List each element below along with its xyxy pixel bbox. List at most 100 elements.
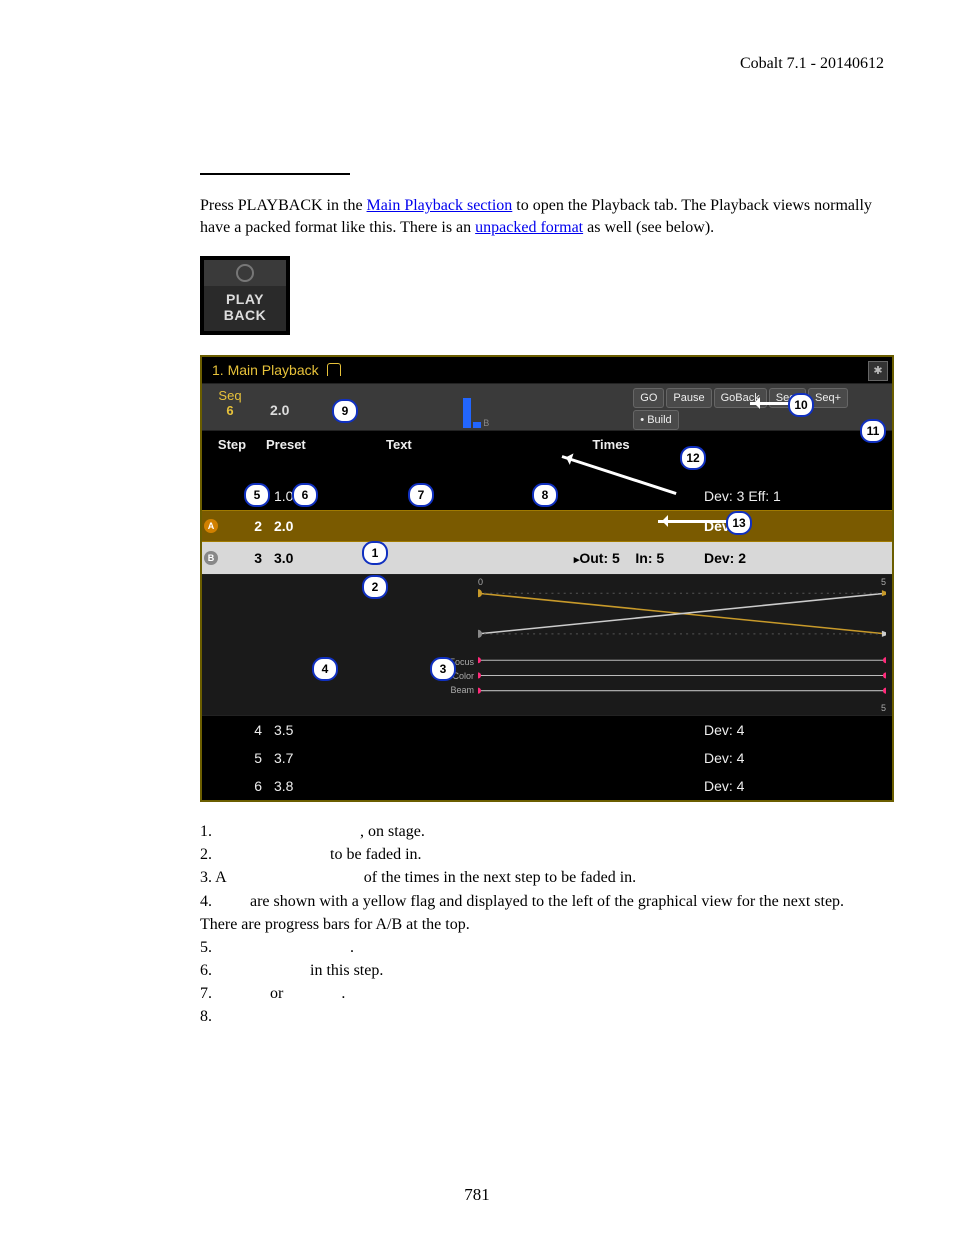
window-title-bar: 1. Main Playback bbox=[202, 357, 892, 384]
cell-dev: Dev: 3 Eff: 1 bbox=[694, 488, 892, 504]
legend-7-mid: or bbox=[270, 985, 287, 1002]
cell-preset: 3.7 bbox=[270, 750, 394, 766]
cell-dev: Dev: 4 bbox=[694, 778, 892, 794]
legend-8-num: 8. bbox=[200, 1008, 212, 1025]
legend-item-8: 8. bbox=[200, 1005, 884, 1028]
intro-paragraph: Press PLAYBACK in the Main Playback sect… bbox=[200, 195, 880, 238]
callout-1: 1 bbox=[362, 541, 388, 565]
cell-times: ▸Out: 5 In: 5 bbox=[544, 550, 694, 566]
legend-2-text: to be faded in. bbox=[330, 846, 422, 863]
legend-1-text: , on stage. bbox=[360, 823, 425, 840]
cell-dev: Dev: 4 bbox=[694, 750, 892, 766]
transport-column: GO Pause GoBack Seq- Seq+ • Build bbox=[629, 384, 892, 430]
column-headers: Step Preset Text Times bbox=[202, 431, 892, 458]
legend-5-num: 5. bbox=[200, 939, 216, 956]
callout-7: 7 bbox=[408, 483, 434, 507]
legend-item-7: 7. or . bbox=[200, 982, 884, 1005]
table-row: 5 3.7 Dev: 4 bbox=[202, 744, 892, 772]
gear-icon[interactable]: ✱ bbox=[868, 361, 888, 381]
legend-item-6: 6. in this step. bbox=[200, 959, 884, 982]
legend-item-5: 5. . bbox=[200, 936, 884, 959]
page-header-version: Cobalt 7.1 - 20140612 bbox=[160, 55, 884, 73]
callout-5: 5 bbox=[244, 483, 270, 507]
callout-9: 9 bbox=[332, 399, 358, 423]
cell-preset: 3.5 bbox=[270, 722, 394, 738]
cell-step: 6 bbox=[202, 778, 270, 794]
seq-preset-value: 2.0 bbox=[258, 384, 301, 430]
seq-plus-button[interactable]: Seq+ bbox=[808, 388, 848, 408]
a-marker-icon: A bbox=[204, 519, 218, 533]
graph-label-beam: Beam bbox=[450, 685, 474, 695]
pause-button[interactable]: Pause bbox=[666, 388, 711, 408]
playback-button-graphic: PLAY BACK bbox=[200, 256, 290, 335]
callout-6: 6 bbox=[292, 483, 318, 507]
cell-preset: 3.8 bbox=[270, 778, 394, 794]
progress-bars: B bbox=[463, 388, 489, 428]
legend-6-text: in this step. bbox=[310, 962, 383, 979]
cell-dev: Dev: 2 bbox=[694, 550, 892, 566]
arrow-13 bbox=[658, 520, 728, 523]
cell-preset: 2.0 bbox=[270, 518, 394, 534]
graph-area: Focus Color Beam 0 5 5 bbox=[202, 574, 892, 716]
lock-icon bbox=[327, 363, 341, 376]
cell-dev: Dev: 4 bbox=[694, 722, 892, 738]
table-row: 6 3.8 Dev: 4 bbox=[202, 772, 892, 800]
legend-6-num: 6. bbox=[200, 962, 216, 979]
col-step: Step bbox=[202, 437, 262, 452]
callout-8: 8 bbox=[532, 483, 558, 507]
progress-bar-a bbox=[463, 398, 471, 428]
main-playback-screenshot: 9 10 11 12 13 5 6 7 8 1 2 4 3 ✱ 1. Main … bbox=[200, 355, 894, 802]
legend-1-num: 1. bbox=[200, 823, 216, 840]
b-marker-icon: B bbox=[204, 551, 218, 565]
callout-10: 10 bbox=[788, 393, 814, 417]
graph-tick-5-bot: 5 bbox=[881, 703, 886, 713]
callout-12: 12 bbox=[680, 446, 706, 470]
legend-item-3: 3. A of the times in the next step to be… bbox=[200, 866, 884, 889]
graph-param-labels: Focus Color Beam bbox=[432, 575, 478, 715]
cell-step: 5 bbox=[202, 750, 270, 766]
build-button[interactable]: • Build bbox=[633, 410, 678, 430]
callout-13: 13 bbox=[726, 511, 752, 535]
transport-buttons: GO Pause GoBack Seq- Seq+ bbox=[629, 384, 852, 408]
intro-text-1: Press PLAYBACK in the bbox=[200, 197, 367, 214]
link-unpacked-format[interactable]: unpacked format bbox=[475, 219, 583, 236]
graph-svg: A B bbox=[478, 579, 886, 711]
intro-text-3: as well (see below). bbox=[587, 219, 714, 236]
go-button[interactable]: GO bbox=[633, 388, 664, 408]
table-row: 4 3.5 Dev: 4 bbox=[202, 716, 892, 744]
legend-7-end: . bbox=[341, 985, 345, 1002]
progress-bar-b bbox=[473, 422, 481, 428]
legend-4-text: are shown with a yellow flag and display… bbox=[200, 893, 844, 933]
seq-number: 6 bbox=[202, 403, 258, 418]
col-preset: Preset bbox=[262, 437, 386, 452]
graph-tick-5-top: 5 bbox=[881, 577, 886, 587]
table-row-active-a: A 2 2.0 Dev: 2 bbox=[202, 510, 892, 542]
arrow-10 bbox=[750, 402, 790, 405]
cell-times-in: In: 5 bbox=[635, 550, 664, 566]
legend-item-4: 4. are shown with a yellow flag and disp… bbox=[200, 890, 884, 936]
col-dev bbox=[686, 437, 892, 452]
legend-5-text: . bbox=[350, 939, 354, 956]
legend-3-text: of the times in the next step to be fade… bbox=[364, 869, 636, 886]
graph-left-pad bbox=[202, 575, 432, 715]
col-times: Times bbox=[536, 437, 686, 452]
legend-7-num: 7. bbox=[200, 985, 216, 1002]
legend-2-num: 2. bbox=[200, 846, 216, 863]
table-row-active-b: B 3 3.0 ▸Out: 5 In: 5 Dev: 2 bbox=[202, 542, 892, 574]
legend-4-num: 4. bbox=[200, 893, 216, 910]
circle-icon bbox=[236, 264, 254, 282]
callout-4: 4 bbox=[312, 657, 338, 681]
link-main-playback-section[interactable]: Main Playback section bbox=[367, 197, 513, 214]
sequence-box: Seq 6 bbox=[202, 384, 258, 430]
callout-3: 3 bbox=[430, 657, 456, 681]
callout-2: 2 bbox=[362, 575, 388, 599]
legend-item-1: 1. , on stage. bbox=[200, 820, 884, 843]
seq-label: Seq bbox=[202, 388, 258, 403]
legend-list: 1. , on stage. 2. to be faded in. 3. A o… bbox=[200, 820, 884, 1029]
graph-tick-0: 0 bbox=[478, 577, 483, 587]
cell-step: 4 bbox=[202, 722, 270, 738]
col-text: Text bbox=[386, 437, 536, 452]
playback-button-circle-area bbox=[204, 260, 286, 286]
playback-label-line1: PLAY bbox=[204, 292, 286, 307]
playback-button-label: PLAY BACK bbox=[204, 286, 286, 331]
